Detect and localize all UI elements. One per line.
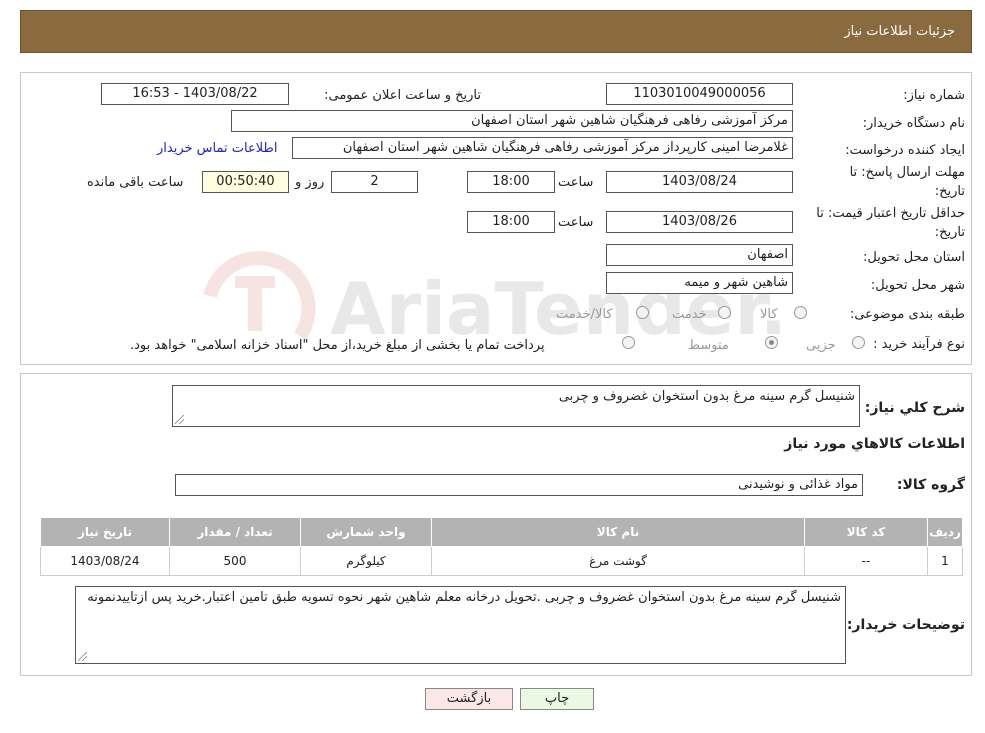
col-header-unit: واحد شمارش xyxy=(300,517,432,547)
reply-deadline-label: مهلت ارسال پاسخ: تا xyxy=(849,165,965,180)
reply-deadline-label-2: تاریخ: xyxy=(934,184,965,199)
cell-date: 1403/08/24 xyxy=(40,546,170,576)
cell-unit: کیلوگرم xyxy=(300,546,432,576)
announce-datetime-label: تاریخ و ساعت اعلان عمومی: xyxy=(324,88,481,103)
reply-deadline-time-label: ساعت xyxy=(558,175,594,190)
buyer-notes-field[interactable]: شنیسل گرم سینه مرغ بدون استخوان غضروف و … xyxy=(75,586,846,664)
resize-grip-icon[interactable] xyxy=(78,652,87,661)
delivery-province-field: اصفهان xyxy=(606,244,793,266)
purchase-type-radio-medium[interactable] xyxy=(765,336,778,349)
goods-group-field: مواد غذائی و نوشیدنی xyxy=(175,474,863,496)
cell-qty: 500 xyxy=(169,546,301,576)
table-row: 1 -- گوشت مرغ کیلوگرم 500 1403/08/24 xyxy=(40,546,963,576)
col-header-qty: تعداد / مقدار xyxy=(169,517,301,547)
category-radio-goods-service[interactable] xyxy=(636,306,649,319)
buyer-notes-text: شنیسل گرم سینه مرغ بدون استخوان غضروف و … xyxy=(87,590,841,605)
general-desc-text: شنیسل گرم سینه مرغ بدون استخوان غضروف و … xyxy=(558,389,855,404)
reply-deadline-date: 1403/08/24 xyxy=(606,171,793,193)
category-label: طبقه بندی موضوعی: xyxy=(849,307,965,322)
price-validity-time-label: ساعت xyxy=(558,215,594,230)
requester-label: ایجاد کننده درخواست: xyxy=(845,143,965,158)
items-table-header: ردیف کد کالا نام کالا واحد شمارش تعداد /… xyxy=(40,517,963,547)
goods-section-title: اطلاعات كالاهاي مورد نياز xyxy=(784,436,965,452)
col-header-code: کد کالا xyxy=(804,517,928,547)
items-table: ردیف کد کالا نام کالا واحد شمارش تعداد /… xyxy=(40,517,963,576)
announce-datetime-field: 1403/08/22 - 16:53 xyxy=(101,83,289,105)
need-number-field: 1103010049000056 xyxy=(606,83,793,105)
requester-field: غلامرضا امینی کارپرداز مرکز آموزشی رفاهی… xyxy=(292,137,793,159)
remaining-time-label: ساعت باقی مانده xyxy=(87,175,184,190)
purchase-type-radio-minor[interactable] xyxy=(852,336,865,349)
category-option-goods: کالا xyxy=(760,307,778,322)
delivery-city-field: شاهین شهر و میمه xyxy=(606,272,793,294)
col-header-date: تاریخ نیاز xyxy=(40,517,170,547)
cell-name: گوشت مرغ xyxy=(431,546,805,576)
category-option-goods-service: کالا/خدمت xyxy=(556,307,613,322)
remaining-time-field: 00:50:40 xyxy=(202,171,289,193)
reply-deadline-time: 18:00 xyxy=(467,171,555,193)
buyer-notes-label: توضیحات خریدار: xyxy=(846,617,965,633)
category-radio-goods[interactable] xyxy=(794,306,807,319)
purchase-type-option-minor: جزیی xyxy=(806,338,836,353)
page-header: جزئیات اطلاعات نیاز xyxy=(20,10,972,53)
general-desc-label: شرح كلي نياز: xyxy=(864,400,965,416)
price-validity-label-2: تاریخ: xyxy=(934,225,965,240)
category-option-service: خدمت xyxy=(672,307,707,322)
price-validity-label: حداقل تاریخ اعتبار قیمت: تا xyxy=(816,206,965,221)
treasury-note: پرداخت تمام یا بخشی از مبلغ خرید،از محل … xyxy=(130,338,545,353)
buyer-org-label: نام دستگاه خریدار: xyxy=(862,116,965,131)
category-radio-service[interactable] xyxy=(718,306,731,319)
general-desc-field[interactable]: شنیسل گرم سینه مرغ بدون استخوان غضروف و … xyxy=(172,385,860,427)
reply-days-label: روز و xyxy=(295,175,325,190)
delivery-province-label: استان محل تحویل: xyxy=(863,250,965,265)
col-header-name: نام کالا xyxy=(431,517,805,547)
price-validity-time: 18:00 xyxy=(467,211,555,233)
col-header-row: ردیف xyxy=(927,517,963,547)
print-button[interactable]: چاپ xyxy=(520,688,594,710)
cell-code: -- xyxy=(804,546,928,576)
delivery-city-label: شهر محل تحویل: xyxy=(870,278,965,293)
treasury-checkbox[interactable] xyxy=(622,336,635,349)
cell-row: 1 xyxy=(927,546,963,576)
resize-grip-icon[interactable] xyxy=(175,415,184,424)
purchase-type-option-medium: متوسط xyxy=(688,338,729,353)
buyer-org-field: مرکز آموزشی رفاهی فرهنگیان شاهین شهر است… xyxy=(231,110,793,132)
back-button[interactable]: بازگشت xyxy=(425,688,513,710)
buyer-contact-link[interactable]: اطلاعات تماس خریدار xyxy=(157,141,277,156)
page-title: جزئیات اطلاعات نیاز xyxy=(844,24,955,39)
reply-days-field: 2 xyxy=(331,171,418,193)
need-number-label: شماره نیاز: xyxy=(903,88,965,103)
items-table-wrapper: ردیف کد کالا نام کالا واحد شمارش تعداد /… xyxy=(40,517,963,576)
price-validity-date: 1403/08/26 xyxy=(606,211,793,233)
goods-group-label: گروه كالا: xyxy=(896,477,965,493)
purchase-type-label: نوع فرآیند خرید : xyxy=(873,337,965,352)
